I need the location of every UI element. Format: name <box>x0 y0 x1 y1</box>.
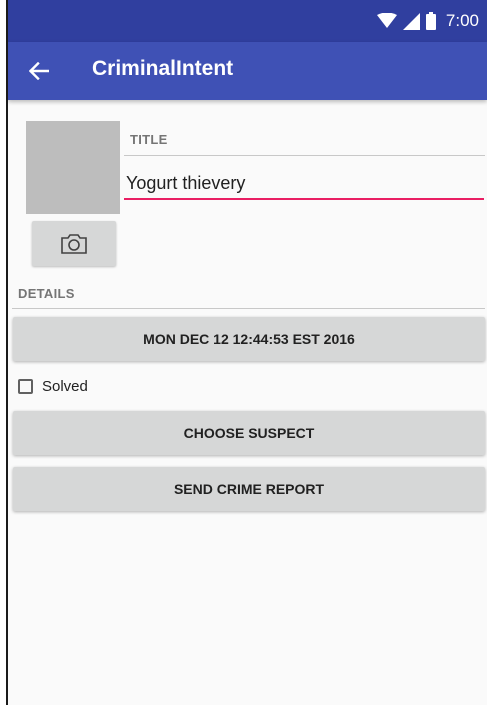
details-divider <box>12 308 485 309</box>
choose-suspect-button[interactable]: CHOOSE SUSPECT <box>13 411 485 455</box>
battery-icon <box>425 12 436 30</box>
date-button[interactable]: MON DEC 12 12:44:53 EST 2016 <box>13 317 485 361</box>
status-time: 7:00 <box>445 11 479 30</box>
app-title: CriminalIntent <box>92 57 234 80</box>
send-crime-report-button[interactable]: SEND CRIME REPORT <box>13 467 485 511</box>
details-label: DETAILS <box>18 286 75 301</box>
camera-icon <box>61 233 87 254</box>
solved-label: Solved <box>42 377 88 395</box>
title-label: TITLE <box>130 132 168 147</box>
solved-checkbox[interactable] <box>18 378 33 394</box>
solved-checkbox-row[interactable]: Solved <box>18 375 88 397</box>
title-divider <box>124 155 485 156</box>
back-button[interactable] <box>22 54 56 88</box>
title-input[interactable] <box>124 170 484 200</box>
status-bar: 7:00 <box>8 0 487 42</box>
phone-screen: 7:00 CriminalIntent TITLE DETAILS MON DE… <box>6 0 487 705</box>
arrow-back-icon <box>29 62 49 80</box>
crime-photo <box>26 121 120 214</box>
camera-button[interactable] <box>32 221 116 266</box>
wifi-icon <box>376 13 397 28</box>
app-bar: CriminalIntent <box>8 42 487 100</box>
status-icons: 7:00 <box>376 11 479 31</box>
signal-icon <box>402 12 420 30</box>
